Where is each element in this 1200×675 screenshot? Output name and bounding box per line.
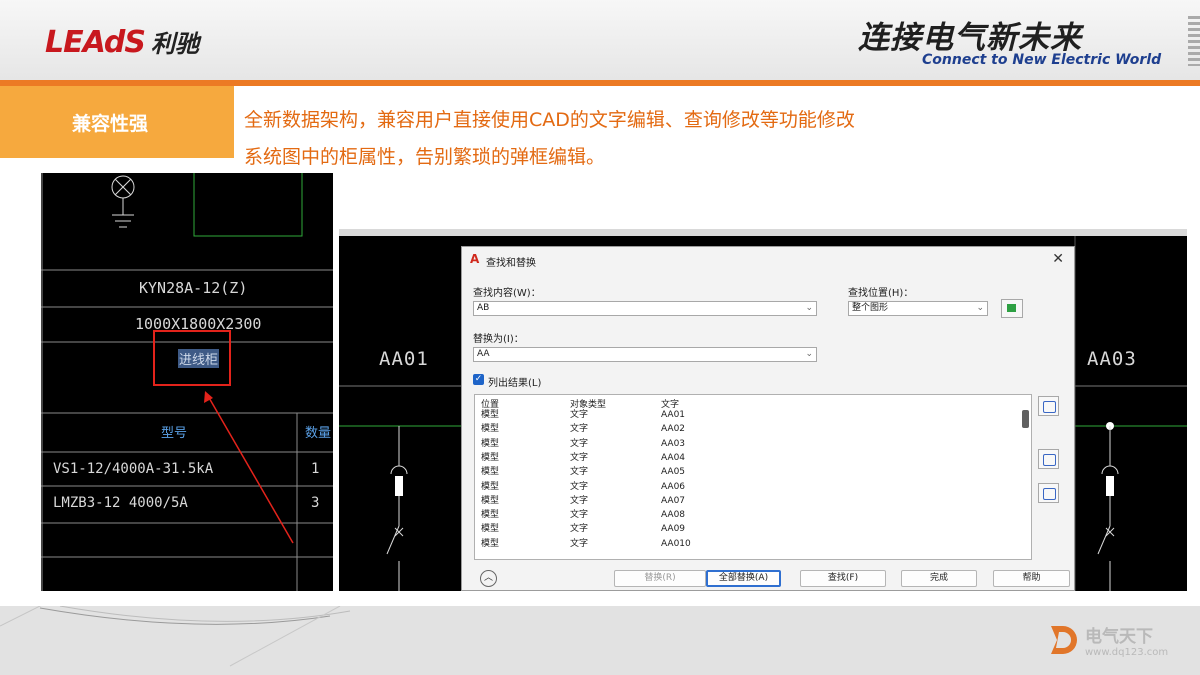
collapse-icon[interactable]: ︿ bbox=[480, 570, 497, 587]
result-cell-loc[interactable]: 模型 bbox=[481, 539, 499, 549]
logo-text-en: LEAdS bbox=[45, 25, 146, 60]
replace-with-value: AA bbox=[477, 349, 490, 359]
result-cell-type[interactable]: 文字 bbox=[570, 496, 588, 506]
feature-tag: 兼容性强 bbox=[0, 86, 234, 158]
result-cell-text[interactable]: AA03 bbox=[661, 439, 685, 449]
result-cell-type[interactable]: 文字 bbox=[570, 425, 588, 434]
results-list[interactable]: 位置 对象类型 文字 模型 文字 AA01 模型 文字 AA02 模型 文字 AA03 模型 文字 A… bbox=[474, 394, 1032, 560]
result-cell-loc[interactable]: 模型 bbox=[481, 411, 499, 420]
result-cell-loc[interactable]: 模型 bbox=[481, 525, 499, 534]
result-cell-type[interactable]: 文字 bbox=[570, 482, 588, 492]
result-cell-text[interactable]: AA04 bbox=[661, 453, 685, 463]
chevron-down-icon[interactable]: ⌄ bbox=[976, 302, 984, 315]
result-cell-text[interactable]: AA010 bbox=[661, 539, 691, 549]
leads-logo: LEAdS 利驰 bbox=[45, 24, 199, 60]
table-row-model[interactable]: LMZB3-12 4000/5A bbox=[53, 495, 188, 511]
cad-cabinet-drawing: KYN28A-12(Z) 1000X1800X2300 进线柜 型号 数量 VS… bbox=[41, 173, 333, 591]
find-what-input[interactable]: AB ⌄ bbox=[473, 301, 817, 316]
dialog-title: 查找和替换 bbox=[486, 258, 536, 269]
list-results-checkbox[interactable]: ✓ bbox=[473, 374, 484, 385]
result-cell-type[interactable]: 文字 bbox=[570, 453, 588, 463]
result-cell-text[interactable]: AA05 bbox=[661, 468, 685, 477]
dq123-logo-svg bbox=[1051, 626, 1077, 654]
create-selection-set-all-button[interactable] bbox=[1038, 449, 1059, 469]
page-header: LEAdS 利驰 连接电气新未来 Connect to New Electric… bbox=[0, 0, 1200, 80]
cabinet-name-selected[interactable]: 进线柜 bbox=[178, 349, 220, 368]
chevron-down-icon[interactable]: ⌄ bbox=[805, 302, 813, 315]
cabinet-label-left[interactable]: AA01 bbox=[379, 348, 429, 370]
find-button[interactable]: 查找(F) bbox=[800, 570, 886, 587]
result-cell-text[interactable]: AA07 bbox=[661, 496, 685, 506]
find-what-label: 查找内容(W)： bbox=[473, 288, 541, 299]
logo-text-cn: 利驰 bbox=[151, 30, 199, 58]
result-cell-text[interactable]: AA08 bbox=[661, 511, 685, 520]
page-footer bbox=[0, 606, 1200, 675]
find-where-select[interactable]: 整个图形 ⌄ bbox=[848, 301, 988, 316]
result-cell-text[interactable]: AA09 bbox=[661, 525, 685, 534]
autocad-icon: A bbox=[470, 252, 480, 266]
chevron-down-icon[interactable]: ⌄ bbox=[805, 348, 813, 361]
result-cell-loc[interactable]: 模型 bbox=[481, 496, 499, 506]
result-cell-loc[interactable]: 模型 bbox=[481, 511, 499, 520]
zoom-to-result-button[interactable] bbox=[1038, 396, 1059, 416]
select-objects-button[interactable] bbox=[1001, 299, 1023, 318]
feature-description: 全新数据架构，兼容用户直接使用CAD的文字编辑、查询修改等功能修改 系统图中的柜… bbox=[244, 102, 1004, 176]
column-header-location[interactable]: 位置 bbox=[481, 397, 499, 410]
feature-description-line-1: 全新数据架构，兼容用户直接使用CAD的文字编辑、查询修改等功能修改 bbox=[244, 109, 855, 131]
result-cell-type[interactable]: 文字 bbox=[570, 468, 588, 477]
result-cell-text[interactable]: AA06 bbox=[661, 482, 685, 492]
replace-with-label: 替换为(I)： bbox=[473, 334, 524, 345]
watermark-name: 电气天下 bbox=[1085, 627, 1153, 647]
dq123-logo-icon bbox=[1045, 622, 1081, 658]
result-cell-loc[interactable]: 模型 bbox=[481, 482, 499, 492]
slogan-cn: 连接电气新未来 bbox=[858, 20, 1082, 56]
column-header-type[interactable]: 对象类型 bbox=[570, 397, 606, 410]
cad-window-strip bbox=[339, 229, 1187, 236]
column-header-text[interactable]: 文字 bbox=[661, 397, 679, 410]
cabinet-model-text[interactable]: KYN28A-12(Z) bbox=[139, 279, 247, 297]
find-where-value: 整个图形 bbox=[852, 303, 889, 313]
results-scrollbar[interactable] bbox=[1022, 410, 1029, 428]
table-row-model[interactable]: VS1-12/4000A-31.5kA bbox=[53, 461, 213, 477]
result-cell-text[interactable]: AA02 bbox=[661, 425, 685, 434]
find-what-value: AB bbox=[477, 303, 490, 313]
close-icon[interactable]: ✕ bbox=[1052, 251, 1064, 267]
help-button[interactable]: 帮助 bbox=[993, 570, 1070, 587]
header-decoration bbox=[1188, 16, 1200, 66]
result-cell-loc[interactable]: 模型 bbox=[481, 468, 499, 477]
find-where-label: 查找位置(H)： bbox=[848, 288, 914, 299]
watermark: 电气天下 www.dq123.com bbox=[1045, 622, 1168, 658]
table-header-qty: 数量 bbox=[305, 426, 332, 441]
result-cell-loc[interactable]: 模型 bbox=[481, 453, 499, 463]
slogan-en: Connect to New Electric World bbox=[922, 52, 1162, 68]
feature-description-line-2: 系统图中的柜属性，告别繁琐的弹框编辑。 bbox=[244, 146, 606, 168]
result-cell-type[interactable]: 文字 bbox=[570, 539, 588, 549]
table-row-qty[interactable]: 3 bbox=[311, 495, 319, 511]
replace-all-button[interactable]: 全部替换(A) bbox=[706, 570, 781, 587]
list-results-label: 列出结果(L) bbox=[488, 378, 542, 389]
result-cell-text[interactable]: AA01 bbox=[661, 411, 685, 420]
create-selection-set-highlighted-button[interactable] bbox=[1038, 483, 1059, 503]
result-cell-loc[interactable]: 模型 bbox=[481, 425, 499, 434]
replace-button[interactable]: 替换(R) bbox=[614, 570, 706, 587]
watermark-url: www.dq123.com bbox=[1085, 647, 1169, 658]
result-cell-type[interactable]: 文字 bbox=[570, 511, 588, 520]
table-header-model: 型号 bbox=[161, 426, 188, 441]
table-row-qty[interactable]: 1 bbox=[311, 461, 319, 477]
result-cell-type[interactable]: 文字 bbox=[570, 411, 588, 420]
cabinet-label-right[interactable]: AA03 bbox=[1087, 348, 1137, 370]
result-cell-loc[interactable]: 模型 bbox=[481, 439, 499, 449]
footer-decoration bbox=[0, 606, 351, 667]
find-replace-dialog: A 查找和替换 ✕ 查找内容(W)： AB ⌄ 查找位置(H)： 整个图形 ⌄ … bbox=[461, 246, 1075, 591]
result-cell-type[interactable]: 文字 bbox=[570, 439, 588, 449]
done-button[interactable]: 完成 bbox=[901, 570, 977, 587]
replace-with-input[interactable]: AA ⌄ bbox=[473, 347, 817, 362]
result-cell-type[interactable]: 文字 bbox=[570, 525, 588, 534]
